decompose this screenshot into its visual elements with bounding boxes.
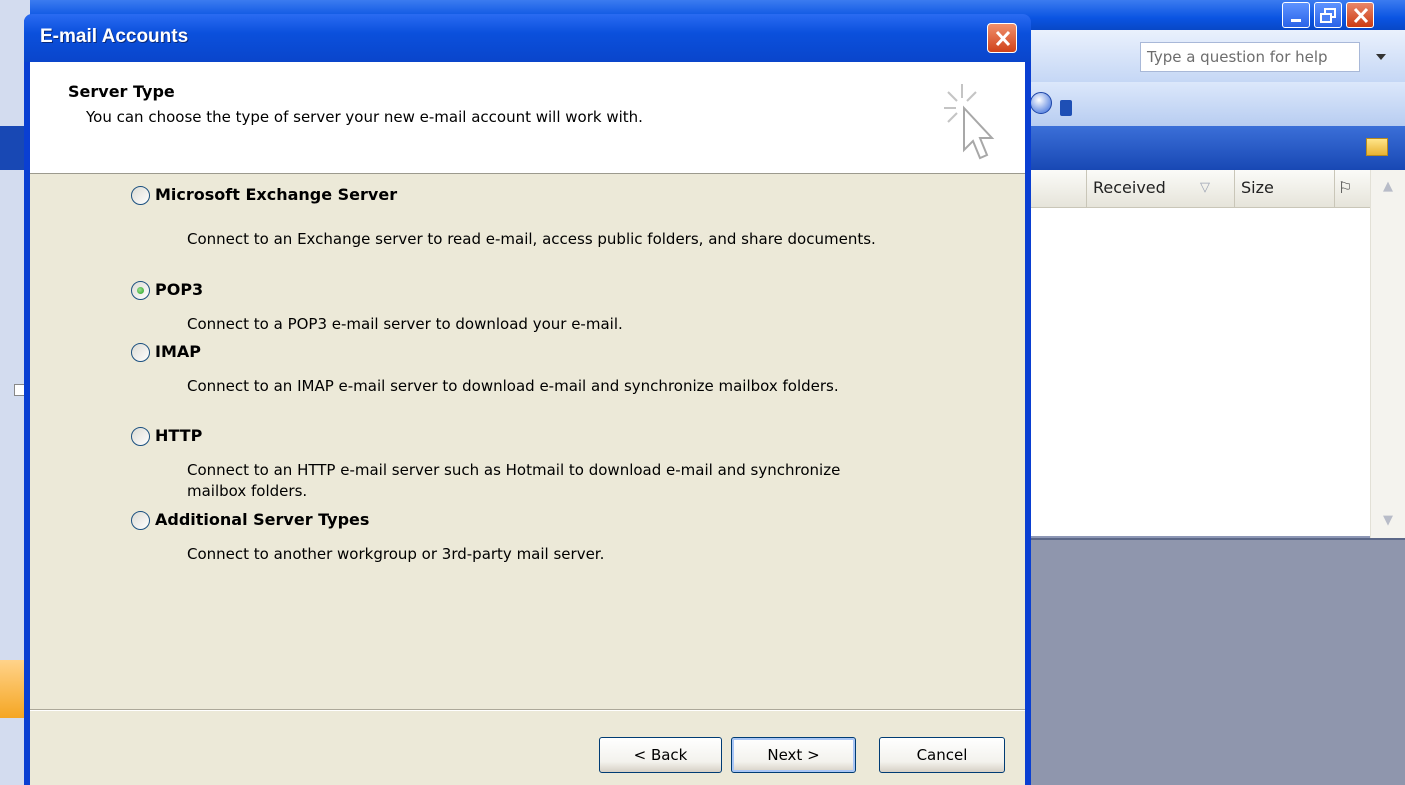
dialog-title: E-mail Accounts — [40, 26, 189, 47]
message-list[interactable] — [1030, 208, 1370, 536]
outlook-close-button[interactable] — [1346, 2, 1374, 28]
maximize-button[interactable] — [1314, 2, 1342, 28]
dialog-title-bar[interactable]: E-mail Accounts — [24, 14, 1031, 62]
radio-button-selected[interactable] — [131, 281, 150, 300]
dialog-header-panel: Server Type You can choose the type of s… — [30, 62, 1025, 174]
dialog-close-button[interactable] — [987, 23, 1017, 53]
flag-icon: ⚐ — [1338, 178, 1353, 197]
option-label[interactable]: Additional Server Types — [155, 510, 369, 529]
reading-pane — [1030, 538, 1405, 785]
scroll-up-icon[interactable]: ▲ — [1375, 174, 1401, 200]
close-icon — [1353, 7, 1369, 24]
scroll-down-icon[interactable]: ▼ — [1375, 508, 1401, 534]
sort-descending-icon: ▽ — [1200, 180, 1210, 195]
message-list-scrollbar[interactable]: ▲ ▼ — [1370, 170, 1405, 538]
footer-separator — [30, 709, 1025, 711]
option-description: Connect to an Exchange server to read e-… — [187, 230, 876, 248]
option-label[interactable]: IMAP — [155, 342, 201, 361]
help-search-input[interactable]: Type a question for help — [1140, 42, 1360, 72]
next-button[interactable]: Next > — [731, 737, 856, 773]
option-description: Connect to an HTTP e-mail server such as… — [187, 461, 841, 500]
radio-button[interactable] — [131, 343, 150, 362]
option-label[interactable]: HTTP — [155, 426, 202, 445]
help-dropdown-arrow-icon[interactable] — [1376, 54, 1386, 60]
close-icon — [995, 30, 1011, 47]
minimize-button[interactable] — [1282, 2, 1310, 28]
option-description: Connect to a POP3 e-mail server to downl… — [187, 315, 623, 333]
minimize-icon — [1291, 19, 1301, 22]
folder-icon — [1366, 138, 1388, 156]
help-icon[interactable] — [1030, 92, 1052, 114]
cancel-button[interactable]: Cancel — [879, 737, 1005, 773]
option-label[interactable]: Microsoft Exchange Server — [155, 185, 397, 204]
column-header-received[interactable]: Received — [1086, 170, 1234, 208]
radio-button[interactable] — [131, 427, 150, 446]
option-description: Connect to an IMAP e-mail server to down… — [187, 377, 839, 395]
email-accounts-dialog: E-mail Accounts Server Type You can choo… — [24, 14, 1031, 785]
option-description: Connect to another workgroup or 3rd-part… — [187, 545, 605, 563]
column-header-size[interactable]: Size — [1234, 170, 1334, 208]
page-description: You can choose the type of server your n… — [86, 108, 643, 126]
radio-button[interactable] — [131, 511, 150, 530]
wizard-cursor-icon — [944, 84, 995, 160]
option-label[interactable]: POP3 — [155, 280, 203, 299]
restore-icon — [1320, 8, 1336, 23]
radio-button[interactable] — [131, 186, 150, 205]
back-button[interactable]: < Back — [599, 737, 722, 773]
toolbar-options-chevron-icon[interactable] — [1060, 100, 1072, 116]
page-title: Server Type — [68, 82, 175, 101]
